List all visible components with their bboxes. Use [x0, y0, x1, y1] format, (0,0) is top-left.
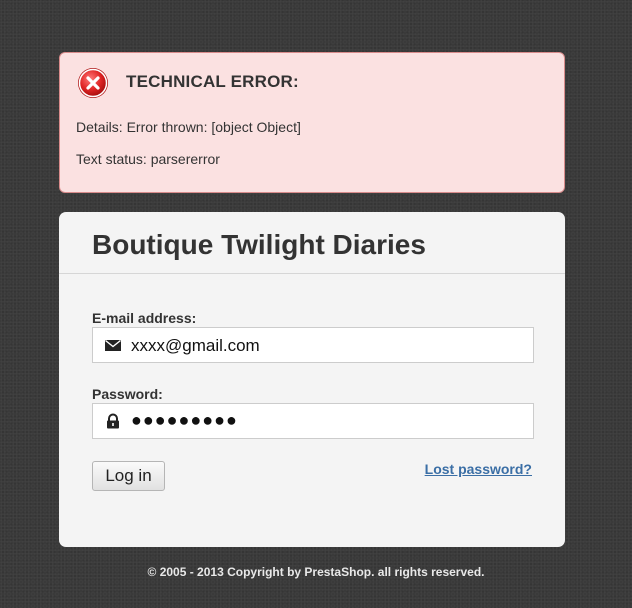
login-panel: Boutique Twilight Diaries E-mail address…	[59, 212, 565, 547]
login-button[interactable]: Log in	[92, 461, 165, 491]
error-status: Text status: parsererror	[76, 151, 220, 167]
email-field[interactable]: xxxx@gmail.com	[92, 327, 534, 363]
password-field[interactable]: ●●●●●●●●●	[92, 403, 534, 439]
password-value[interactable]: ●●●●●●●●●	[131, 410, 238, 431]
footer-copyright: © 2005 - 2013 Copyright by PrestaShop. a…	[147, 565, 485, 579]
envelope-icon	[105, 339, 121, 351]
title-divider	[59, 273, 565, 274]
email-label: E-mail address:	[92, 310, 197, 326]
password-label: Password:	[92, 386, 163, 402]
shop-title: Boutique Twilight Diaries	[92, 229, 426, 260]
error-details: Details: Error thrown: [object Object]	[76, 119, 301, 135]
technical-error-alert: TECHNICAL ERROR: Details: Error thrown: …	[59, 52, 565, 193]
error-icon	[78, 68, 108, 98]
error-title: TECHNICAL ERROR:	[126, 72, 299, 91]
lock-icon	[107, 413, 119, 429]
lost-password-link[interactable]: Lost password?	[425, 461, 532, 477]
email-value[interactable]: xxxx@gmail.com	[131, 336, 260, 356]
